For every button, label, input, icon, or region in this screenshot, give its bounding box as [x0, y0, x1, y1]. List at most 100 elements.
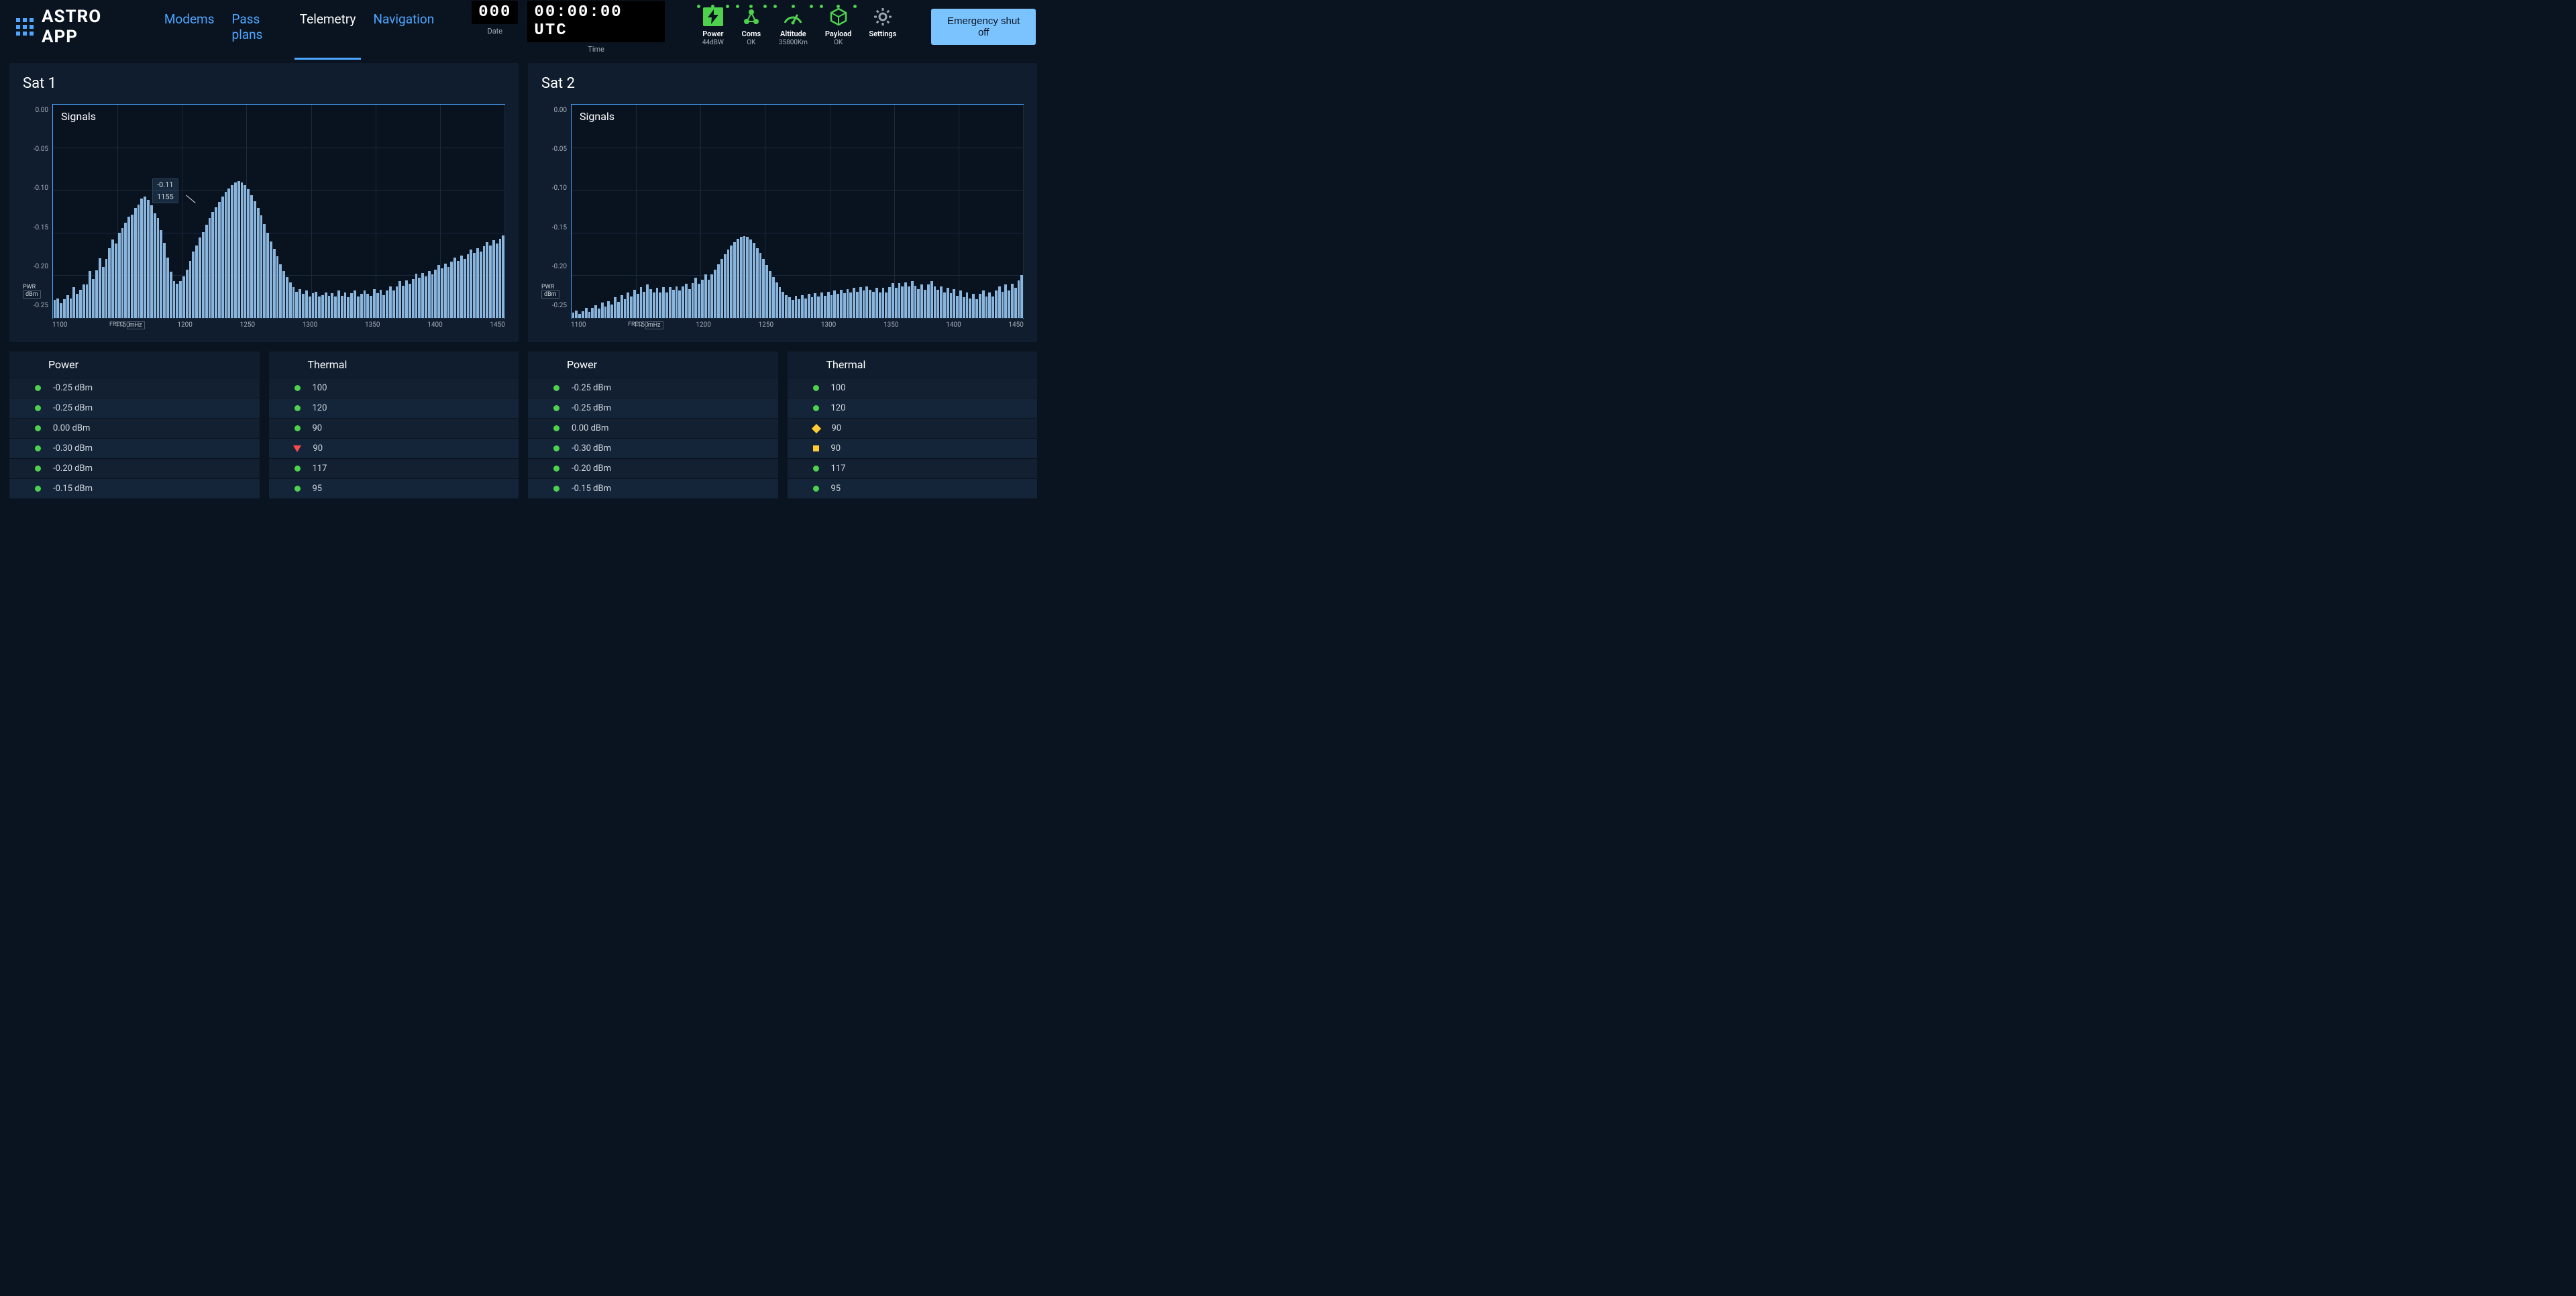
monitor-label: Power: [702, 30, 723, 38]
monitor-altitude[interactable]: Altitude35800Km: [776, 7, 810, 46]
status-alert-icon: [293, 445, 301, 452]
app-header: ASTRO APP ModemsPass plansTelemetryNavig…: [0, 0, 1046, 54]
sat-title: Sat 2: [541, 75, 1024, 92]
chart-tooltip: -0.11: [152, 178, 178, 191]
table-row[interactable]: 95: [269, 478, 519, 498]
thermal-table: Thermal 100120909011795: [788, 352, 1038, 498]
status-ok-icon: [553, 466, 559, 472]
status-ok-icon: [553, 425, 559, 431]
row-value: -0.25 dBm: [53, 383, 93, 393]
table-row[interactable]: -0.25 dBm: [9, 398, 260, 418]
monitor-label: Payload: [825, 30, 851, 38]
nav-item-modems[interactable]: Modems: [164, 11, 215, 58]
table-row[interactable]: -0.20 dBm: [528, 458, 778, 478]
altitude-icon: [783, 7, 803, 26]
clock-date-value: 000: [472, 1, 518, 24]
monitor-label: Altitude: [780, 30, 806, 38]
coms-icon: [741, 7, 761, 26]
status-ok-icon: [35, 405, 41, 411]
brand: ASTRO APP: [16, 7, 138, 47]
table-row[interactable]: -0.15 dBm: [9, 478, 260, 498]
nav-item-telemetry[interactable]: Telemetry: [300, 11, 356, 58]
status-ok-icon: [813, 486, 819, 492]
monitor-sub: 44dBW: [702, 39, 724, 46]
row-value: -0.30 dBm: [53, 443, 93, 453]
row-value: 100: [831, 383, 846, 393]
table-row[interactable]: 120: [269, 398, 519, 418]
table-row[interactable]: -0.25 dBm: [528, 378, 778, 398]
status-caution-icon: [813, 445, 819, 451]
table-row[interactable]: 0.00 dBm: [9, 418, 260, 438]
status-ok-icon: [553, 486, 559, 492]
table-row[interactable]: 0.00 dBm: [528, 418, 778, 438]
nav-item-pass-plans[interactable]: Pass plans: [232, 11, 282, 58]
sat-column-2: Sat 2 0.00-0.05-0.10-0.15-0.20-0.25 PWR …: [528, 63, 1037, 517]
payload-icon: [828, 7, 849, 26]
table-row[interactable]: 100: [788, 378, 1038, 398]
signals-chart: 0.00-0.05-0.10-0.15-0.20-0.25 PWR dBm Si…: [541, 104, 1024, 319]
row-value: -0.25 dBm: [53, 403, 93, 413]
table-row[interactable]: 90: [788, 418, 1038, 438]
table-row[interactable]: 120: [788, 398, 1038, 418]
status-ok-icon: [35, 385, 41, 391]
monitor-sub: 35800Km: [779, 39, 808, 46]
chart-plot-area[interactable]: Signals -0.111155: [52, 104, 505, 319]
row-value: 95: [831, 484, 841, 494]
table-row[interactable]: 90: [269, 418, 519, 438]
table-header: Power: [9, 352, 260, 378]
chart-plot-area[interactable]: Signals: [571, 104, 1024, 319]
monitor-settings[interactable]: Settings: [866, 7, 899, 46]
table-row[interactable]: -0.15 dBm: [528, 478, 778, 498]
table-header: Thermal: [269, 352, 519, 378]
row-value: 120: [313, 403, 327, 413]
row-value: 117: [831, 464, 846, 474]
status-monitors: Power44dBWComsOKAltitude35800KmPayloadOK…: [700, 7, 899, 46]
table-row[interactable]: 90: [788, 438, 1038, 458]
thermal-table: Thermal 100 120 90 90 117 95: [269, 352, 519, 498]
table-row[interactable]: 100: [269, 378, 519, 398]
status-ok-icon: [294, 425, 301, 431]
brand-title: ASTRO APP: [42, 7, 138, 47]
status-ok-icon: [35, 466, 41, 472]
monitor-label: Coms: [742, 30, 761, 38]
table-header: Power: [528, 352, 778, 378]
nav-item-navigation[interactable]: Navigation: [373, 11, 434, 58]
row-value: 90: [832, 423, 842, 433]
table-row[interactable]: 117: [269, 458, 519, 478]
row-value: 90: [313, 443, 323, 453]
sat-title: Sat 1: [23, 75, 505, 92]
row-value: -0.20 dBm: [53, 464, 93, 474]
sat-column-1: Sat 1 0.00-0.05-0.10-0.15-0.20-0.25 PWR …: [9, 63, 519, 517]
table-row[interactable]: 90: [269, 438, 519, 458]
row-value: 95: [313, 484, 323, 494]
gear-icon: [873, 7, 893, 26]
row-value: -0.15 dBm: [53, 484, 93, 494]
monitor-payload[interactable]: PayloadOK: [822, 7, 854, 46]
sat-panel: Sat 2 0.00-0.05-0.10-0.15-0.20-0.25 PWR …: [528, 63, 1037, 342]
monitor-sub: OK: [747, 39, 755, 46]
table-row[interactable]: 117: [788, 458, 1038, 478]
row-value: -0.25 dBm: [572, 403, 611, 413]
emergency-shutoff-button[interactable]: Emergency shut off: [931, 9, 1036, 45]
monitor-coms[interactable]: ComsOK: [739, 7, 764, 46]
status-ok-icon: [35, 486, 41, 492]
status-ok-icon: [553, 405, 559, 411]
monitor-power[interactable]: Power44dBW: [700, 7, 727, 46]
chart-x-axis: 11001150120012501300135014001450 FREQ mH…: [571, 321, 1024, 329]
row-value: -0.20 dBm: [572, 464, 611, 474]
table-row[interactable]: 95: [788, 478, 1038, 498]
status-ok-icon: [35, 425, 41, 431]
main-nav: ModemsPass plansTelemetryNavigation: [164, 11, 434, 42]
chart-x-axis: 11001150120012501300135014001450 FREQ mH…: [52, 321, 505, 329]
table-row[interactable]: -0.25 dBm: [528, 398, 778, 418]
table-row[interactable]: -0.30 dBm: [9, 438, 260, 458]
table-row[interactable]: -0.25 dBm: [9, 378, 260, 398]
status-ok-icon: [294, 385, 301, 391]
clock-time-label: Time: [588, 45, 604, 54]
signals-chart: 0.00-0.05-0.10-0.15-0.20-0.25 PWR dBm Si…: [23, 104, 505, 319]
table-row[interactable]: -0.20 dBm: [9, 458, 260, 478]
status-ok-icon: [813, 385, 819, 391]
table-row[interactable]: -0.30 dBm: [528, 438, 778, 458]
status-ok-icon: [813, 405, 819, 411]
row-value: 90: [313, 423, 323, 433]
